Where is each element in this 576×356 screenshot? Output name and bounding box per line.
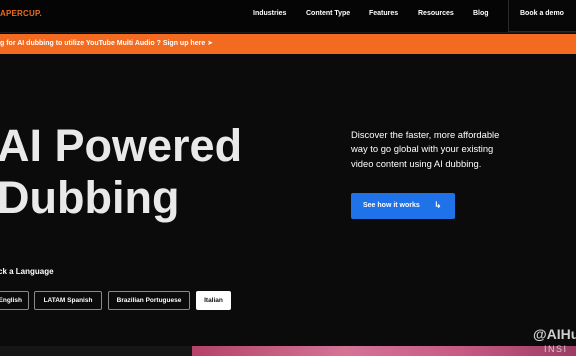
language-option-latam-spanish[interactable]: LATAM Spanish bbox=[34, 291, 102, 310]
banner-text-end: ? Sign up here ➤ bbox=[156, 40, 214, 47]
see-how-it-works-button[interactable]: See how it works ↳ bbox=[351, 193, 455, 219]
nav-link-industries[interactable]: Industries bbox=[253, 10, 286, 17]
video-preview[interactable] bbox=[192, 346, 576, 356]
section-divider bbox=[0, 346, 192, 356]
top-nav: APERCUP. Industries Content Type Feature… bbox=[0, 0, 576, 33]
watermark-sub: INSI bbox=[544, 344, 568, 354]
language-option-italian[interactable]: Italian bbox=[196, 291, 231, 310]
watermark: @AIHu bbox=[533, 326, 576, 342]
language-heading: ck a Language bbox=[0, 267, 54, 276]
hero-title-line-1: AI Powered bbox=[0, 120, 243, 171]
nav-link-features[interactable]: Features bbox=[369, 10, 398, 17]
banner-text-start: g for AI dubbing to utilize bbox=[0, 40, 85, 47]
arrow-icon: ↳ bbox=[434, 200, 442, 210]
language-option-english[interactable]: English bbox=[0, 291, 29, 310]
banner-highlight: YouTube Multi Audio bbox=[85, 40, 155, 47]
nav-link-blog[interactable]: Blog bbox=[473, 10, 489, 17]
announcement-banner[interactable]: g for AI dubbing to utilize YouTube Mult… bbox=[0, 34, 576, 54]
book-demo-button[interactable]: Book a demo bbox=[508, 0, 576, 32]
hero-title-line-2: Dubbing bbox=[0, 172, 180, 223]
nav-link-resources[interactable]: Resources bbox=[418, 10, 454, 17]
cta-label: See how it works bbox=[363, 202, 420, 209]
nav-link-content-type[interactable]: Content Type bbox=[306, 10, 350, 17]
hero-title: AI Powered Dubbing bbox=[0, 120, 242, 224]
logo[interactable]: APERCUP. bbox=[0, 9, 42, 18]
language-option-brazilian-portuguese[interactable]: Brazilian Portuguese bbox=[108, 291, 190, 310]
hero-description: Discover the faster, more affordable way… bbox=[351, 129, 500, 169]
